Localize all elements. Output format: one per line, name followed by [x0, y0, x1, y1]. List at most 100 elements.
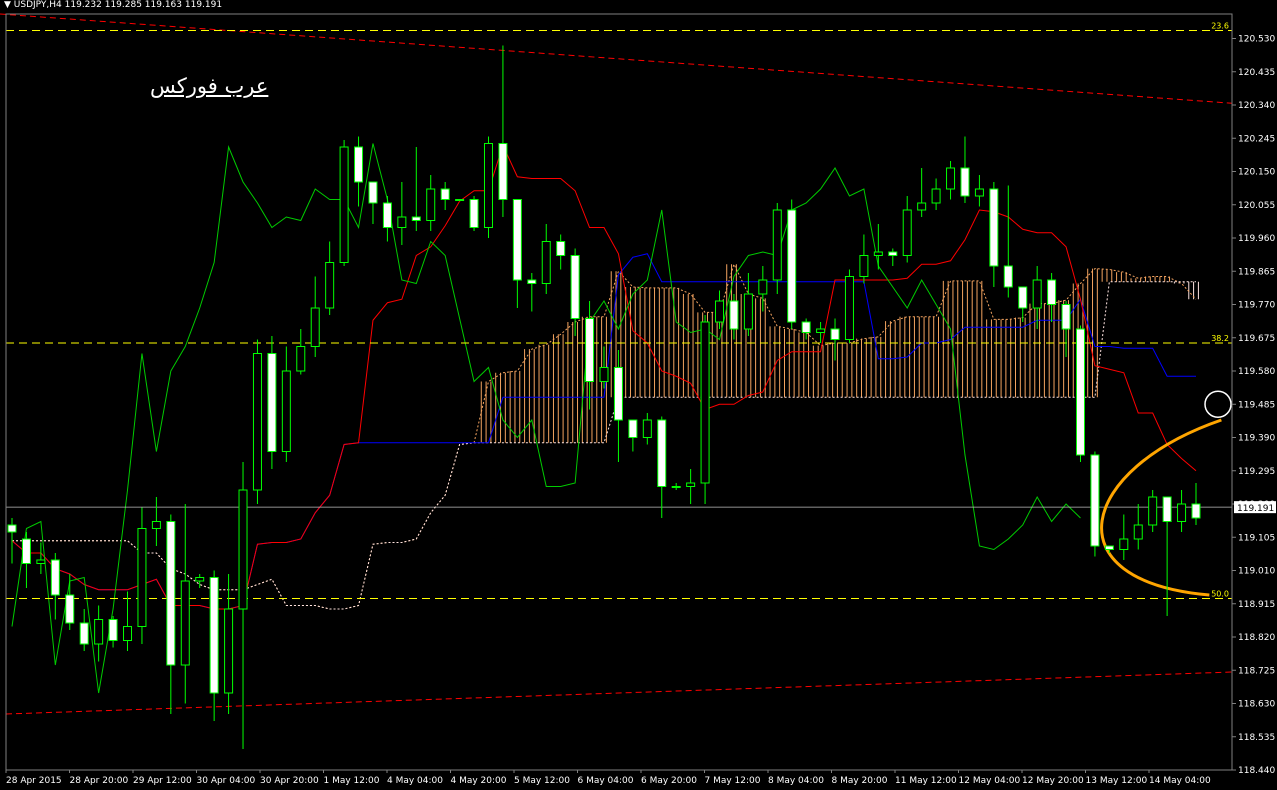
y-tick-label: 119.865 — [1238, 267, 1275, 277]
y-tick-label: 119.295 — [1238, 467, 1275, 477]
candle-body — [772, 209, 782, 281]
candle-body — [36, 559, 46, 564]
candle-body — [123, 626, 133, 641]
candle-body — [917, 202, 927, 211]
candle-body — [483, 143, 493, 228]
candle-body — [108, 619, 118, 641]
x-tick-label: 8 May 04:00 — [768, 776, 824, 786]
candle-body — [1018, 286, 1028, 309]
y-tick-label: 120.530 — [1238, 35, 1275, 45]
x-tick-label: 1 May 12:00 — [324, 776, 380, 786]
candle-body — [397, 216, 407, 228]
y-tick-label: 119.960 — [1238, 234, 1275, 244]
candle-body — [267, 353, 277, 452]
candle-body — [1177, 503, 1187, 522]
candle-body — [686, 482, 696, 487]
x-tick-label: 12 May 20:00 — [1022, 776, 1084, 786]
candle-body — [873, 251, 883, 256]
candle-body — [440, 188, 450, 200]
candle-body — [585, 318, 595, 382]
y-tick-label: 118.535 — [1238, 733, 1275, 743]
candle-body — [382, 202, 392, 228]
candle-body — [209, 577, 219, 694]
target-circle — [1204, 390, 1232, 418]
candle-body — [902, 209, 912, 256]
x-tick-label: 4 May 04:00 — [387, 776, 443, 786]
y-tick-label: 119.675 — [1238, 334, 1275, 344]
candle-body — [787, 209, 797, 323]
price-chart[interactable]: 23.6 38.2 50.0 120.530 120.435 120.340 120.245… — [0, 0, 1277, 790]
x-tick-label: 29 Apr 12:00 — [133, 776, 192, 786]
candle-body — [671, 486, 681, 488]
candle-body — [801, 321, 811, 333]
candle-body — [21, 538, 31, 564]
candle-body — [469, 199, 479, 228]
senkou-span-b — [12, 281, 1196, 610]
candle-body — [325, 262, 335, 309]
fib-level-label: 23.6 — [1211, 21, 1229, 30]
y-tick-label: 120.435 — [1238, 68, 1275, 78]
candle-body — [1090, 454, 1100, 547]
candle-body — [570, 255, 580, 319]
candle-body — [455, 199, 465, 201]
candle-body — [931, 188, 941, 204]
candle-body — [1075, 328, 1085, 456]
y-tick-label: 119.580 — [1238, 367, 1275, 377]
candle-body — [238, 489, 248, 610]
candle-body — [844, 276, 854, 340]
candle-body — [974, 188, 984, 197]
x-tick-label: 6 May 20:00 — [641, 776, 697, 786]
senkou-span-a — [12, 262, 1197, 610]
candle-body — [166, 521, 176, 666]
x-tick-label: 6 May 04:00 — [578, 776, 634, 786]
trend-line-upper — [0, 13, 1233, 104]
y-tick-label: 120.150 — [1238, 168, 1275, 178]
candle-body — [946, 167, 956, 190]
candle-body — [368, 181, 378, 204]
candle-body — [281, 370, 291, 452]
x-tick-label: 14 May 04:00 — [1149, 776, 1211, 786]
x-tick-label: 8 May 20:00 — [832, 776, 888, 786]
candle-body — [1148, 496, 1158, 526]
candle-body — [888, 251, 898, 256]
candle-body — [1133, 524, 1143, 540]
candle-body — [657, 419, 667, 487]
candle-body — [1047, 279, 1057, 305]
candle-body — [224, 608, 234, 694]
candle-body — [1104, 545, 1114, 550]
candle-body — [527, 279, 537, 284]
candle-body — [94, 619, 104, 645]
candle-body — [252, 353, 262, 491]
candle-body — [1191, 503, 1201, 519]
y-tick-label: 119.105 — [1238, 533, 1275, 543]
candle-body — [1003, 265, 1013, 288]
candle-body — [816, 328, 826, 333]
y-tick-label: 119.390 — [1238, 434, 1275, 444]
fib-level-label: 38.2 — [1211, 334, 1229, 343]
x-tick-label: 30 Apr 04:00 — [197, 776, 256, 786]
trend-line-lower — [5, 671, 1233, 715]
candle-body — [729, 300, 739, 330]
y-tick-label: 120.055 — [1238, 201, 1275, 211]
candle-body — [310, 307, 320, 347]
x-tick-label: 5 May 12:00 — [514, 776, 570, 786]
candle-body — [195, 577, 205, 582]
candle-body — [498, 143, 508, 200]
y-tick-label: 118.820 — [1238, 633, 1275, 643]
candle-body — [700, 321, 710, 484]
y-tick-label: 120.245 — [1238, 134, 1275, 144]
candle-body — [180, 580, 190, 666]
y-tick-label: 119.010 — [1238, 567, 1275, 577]
fib-level-label: 50.0 — [1211, 590, 1229, 599]
candle-body — [339, 146, 349, 263]
candle-body — [65, 594, 75, 624]
y-tick-label: 118.725 — [1238, 666, 1275, 676]
candle-body — [989, 188, 999, 267]
candle-body — [1061, 304, 1071, 330]
y-tick-label: 119.485 — [1238, 400, 1275, 410]
x-tick-label: 11 May 12:00 — [895, 776, 957, 786]
candle-body — [137, 528, 147, 627]
x-tick-label: 12 May 04:00 — [959, 776, 1021, 786]
candle-body — [411, 216, 421, 221]
x-tick-label: 28 Apr 2015 — [6, 776, 62, 786]
